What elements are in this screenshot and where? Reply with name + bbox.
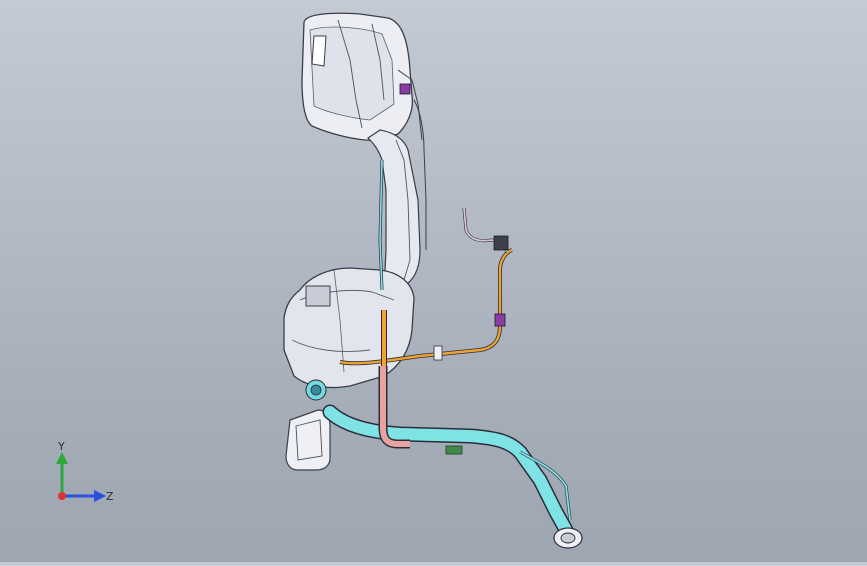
filler-neck-pipe[interactable] (322, 404, 583, 549)
z-axis-label: Z (106, 490, 114, 503)
lower-tank-body[interactable] (283, 267, 415, 401)
z-axis-head (94, 490, 106, 502)
coordinate-triad: Y Z (44, 438, 124, 518)
upper-tank-body[interactable] (301, 12, 414, 141)
cad-graphics-viewport[interactable] (0, 0, 867, 562)
y-axis-label: Y (57, 440, 65, 453)
fuel-tank-assembly-model[interactable] (0, 0, 867, 562)
pump-cover-plate[interactable] (285, 409, 331, 471)
y-axis-head (56, 452, 68, 464)
x-axis-dot (58, 492, 66, 500)
mounting-bracket[interactable] (445, 445, 463, 455)
